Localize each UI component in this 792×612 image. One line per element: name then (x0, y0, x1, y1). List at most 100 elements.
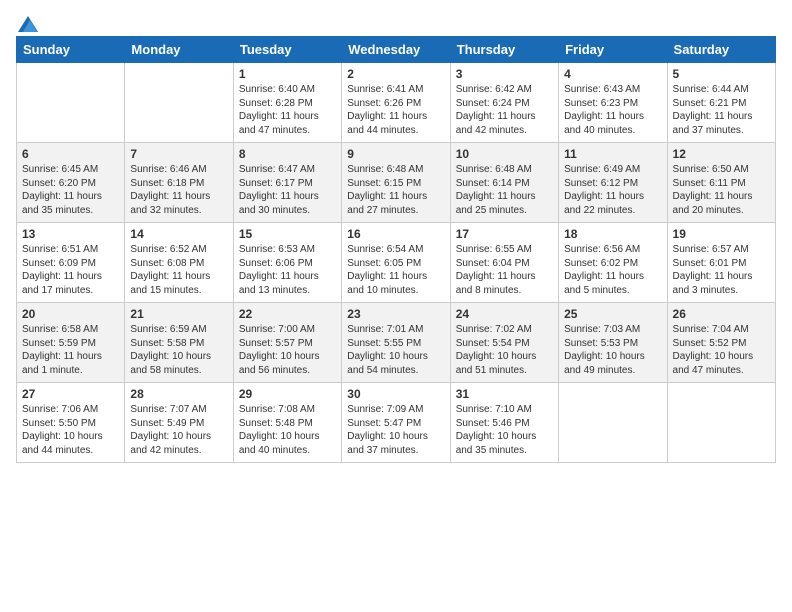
cell-details: Sunrise: 7:07 AMSunset: 5:49 PMDaylight:… (130, 403, 227, 457)
day-number: 9 (347, 147, 444, 161)
calendar-cell: 19Sunrise: 6:57 AMSunset: 6:01 PMDayligh… (667, 223, 775, 303)
calendar-week-row: 1 Sunrise: 6:40 AMSunset: 6:28 PMDaylight… (17, 63, 776, 143)
calendar-cell: 4 Sunrise: 6:43 AMSunset: 6:23 PMDaylight… (559, 63, 667, 143)
logo (16, 16, 38, 28)
day-number: 5 (673, 67, 770, 81)
calendar-cell: 1 Sunrise: 6:40 AMSunset: 6:28 PMDaylight… (233, 63, 341, 143)
cell-details: Sunrise: 6:48 AMSunset: 6:14 PMDaylight:… (456, 163, 553, 217)
calendar-cell: 30 Sunrise: 7:09 AMSunset: 5:47 PMDayligh… (342, 383, 450, 463)
cell-details: Sunrise: 7:08 AMSunset: 5:48 PMDaylight:… (239, 403, 336, 457)
cell-details: Sunrise: 7:03 AMSunset: 5:53 PMDaylight:… (564, 323, 661, 377)
calendar-cell: 25Sunrise: 7:03 AMSunset: 5:53 PMDayligh… (559, 303, 667, 383)
calendar-week-row: 27Sunrise: 7:06 AMSunset: 5:50 PMDayligh… (17, 383, 776, 463)
column-header-wednesday: Wednesday (342, 37, 450, 63)
calendar-cell: 17 Sunrise: 6:55 AMSunset: 6:04 PMDayligh… (450, 223, 558, 303)
day-number: 31 (456, 387, 553, 401)
day-number: 4 (564, 67, 661, 81)
column-header-monday: Monday (125, 37, 233, 63)
calendar-cell: 8Sunrise: 6:47 AMSunset: 6:17 PMDaylight… (233, 143, 341, 223)
calendar-cell: 11Sunrise: 6:49 AMSunset: 6:12 PMDayligh… (559, 143, 667, 223)
day-number: 16 (347, 227, 444, 241)
cell-details: Sunrise: 7:10 AMSunset: 5:46 PMDaylight:… (456, 403, 553, 457)
calendar-cell: 7 Sunrise: 6:46 AMSunset: 6:18 PMDaylight… (125, 143, 233, 223)
day-number: 21 (130, 307, 227, 321)
calendar-cell: 28 Sunrise: 7:07 AMSunset: 5:49 PMDayligh… (125, 383, 233, 463)
day-number: 1 (239, 67, 336, 81)
cell-details: Sunrise: 7:00 AMSunset: 5:57 PMDaylight:… (239, 323, 336, 377)
day-number: 18 (564, 227, 661, 241)
day-number: 10 (456, 147, 553, 161)
day-number: 15 (239, 227, 336, 241)
day-number: 17 (456, 227, 553, 241)
cell-details: Sunrise: 7:04 AMSunset: 5:52 PMDaylight:… (673, 323, 770, 377)
calendar-cell: 31 Sunrise: 7:10 AMSunset: 5:46 PMDayligh… (450, 383, 558, 463)
calendar-cell: 3 Sunrise: 6:42 AMSunset: 6:24 PMDaylight… (450, 63, 558, 143)
calendar-header-row: SundayMondayTuesdayWednesdayThursdayFrid… (17, 37, 776, 63)
cell-details: Sunrise: 6:52 AMSunset: 6:08 PMDaylight:… (130, 243, 227, 297)
day-number: 23 (347, 307, 444, 321)
day-number: 14 (130, 227, 227, 241)
calendar-cell: 13 Sunrise: 6:51 AMSunset: 6:09 PMDayligh… (17, 223, 125, 303)
cell-details: Sunrise: 6:53 AMSunset: 6:06 PMDaylight:… (239, 243, 336, 297)
cell-details: Sunrise: 6:55 AMSunset: 6:04 PMDaylight:… (456, 243, 553, 297)
calendar-cell (125, 63, 233, 143)
column-header-saturday: Saturday (667, 37, 775, 63)
cell-details: Sunrise: 6:41 AMSunset: 6:26 PMDaylight:… (347, 83, 444, 137)
calendar-cell: 9Sunrise: 6:48 AMSunset: 6:15 PMDaylight… (342, 143, 450, 223)
day-number: 29 (239, 387, 336, 401)
calendar-cell: 5 Sunrise: 6:44 AMSunset: 6:21 PMDaylight… (667, 63, 775, 143)
cell-details: Sunrise: 6:43 AMSunset: 6:23 PMDaylight:… (564, 83, 661, 137)
calendar-cell: 22 Sunrise: 7:00 AMSunset: 5:57 PMDayligh… (233, 303, 341, 383)
calendar-cell: 26 Sunrise: 7:04 AMSunset: 5:52 PMDayligh… (667, 303, 775, 383)
cell-details: Sunrise: 6:40 AMSunset: 6:28 PMDaylight:… (239, 83, 336, 137)
calendar-cell: 16 Sunrise: 6:54 AMSunset: 6:05 PMDayligh… (342, 223, 450, 303)
day-number: 26 (673, 307, 770, 321)
calendar-cell (17, 63, 125, 143)
day-number: 6 (22, 147, 119, 161)
calendar-table: SundayMondayTuesdayWednesdayThursdayFrid… (16, 36, 776, 463)
calendar-cell: 15 Sunrise: 6:53 AMSunset: 6:06 PMDayligh… (233, 223, 341, 303)
cell-details: Sunrise: 6:51 AMSunset: 6:09 PMDaylight:… (22, 243, 119, 297)
column-header-friday: Friday (559, 37, 667, 63)
cell-details: Sunrise: 7:02 AMSunset: 5:54 PMDaylight:… (456, 323, 553, 377)
day-number: 22 (239, 307, 336, 321)
calendar-cell: 24 Sunrise: 7:02 AMSunset: 5:54 PMDayligh… (450, 303, 558, 383)
page-header (16, 16, 776, 28)
calendar-cell: 20Sunrise: 6:58 AMSunset: 5:59 PMDayligh… (17, 303, 125, 383)
cell-details: Sunrise: 6:44 AMSunset: 6:21 PMDaylight:… (673, 83, 770, 137)
day-number: 3 (456, 67, 553, 81)
calendar-cell: 2 Sunrise: 6:41 AMSunset: 6:26 PMDaylight… (342, 63, 450, 143)
calendar-cell: 18Sunrise: 6:56 AMSunset: 6:02 PMDayligh… (559, 223, 667, 303)
cell-details: Sunrise: 7:01 AMSunset: 5:55 PMDaylight:… (347, 323, 444, 377)
calendar-cell: 12 Sunrise: 6:50 AMSunset: 6:11 PMDayligh… (667, 143, 775, 223)
day-number: 28 (130, 387, 227, 401)
cell-details: Sunrise: 6:58 AMSunset: 5:59 PMDaylight:… (22, 323, 119, 377)
day-number: 12 (673, 147, 770, 161)
cell-details: Sunrise: 7:09 AMSunset: 5:47 PMDaylight:… (347, 403, 444, 457)
calendar-cell: 14 Sunrise: 6:52 AMSunset: 6:08 PMDayligh… (125, 223, 233, 303)
calendar-week-row: 13 Sunrise: 6:51 AMSunset: 6:09 PMDayligh… (17, 223, 776, 303)
cell-details: Sunrise: 6:59 AMSunset: 5:58 PMDaylight:… (130, 323, 227, 377)
logo-icon (18, 16, 38, 32)
day-number: 7 (130, 147, 227, 161)
calendar-cell: 10 Sunrise: 6:48 AMSunset: 6:14 PMDayligh… (450, 143, 558, 223)
calendar-cell: 21 Sunrise: 6:59 AMSunset: 5:58 PMDayligh… (125, 303, 233, 383)
calendar-cell (559, 383, 667, 463)
day-number: 8 (239, 147, 336, 161)
day-number: 27 (22, 387, 119, 401)
day-number: 30 (347, 387, 444, 401)
calendar-cell: 6 Sunrise: 6:45 AMSunset: 6:20 PMDaylight… (17, 143, 125, 223)
calendar-cell: 27Sunrise: 7:06 AMSunset: 5:50 PMDayligh… (17, 383, 125, 463)
day-number: 13 (22, 227, 119, 241)
day-number: 24 (456, 307, 553, 321)
cell-details: Sunrise: 6:45 AMSunset: 6:20 PMDaylight:… (22, 163, 119, 217)
cell-details: Sunrise: 6:50 AMSunset: 6:11 PMDaylight:… (673, 163, 770, 217)
calendar-week-row: 20Sunrise: 6:58 AMSunset: 5:59 PMDayligh… (17, 303, 776, 383)
day-number: 19 (673, 227, 770, 241)
calendar-week-row: 6 Sunrise: 6:45 AMSunset: 6:20 PMDaylight… (17, 143, 776, 223)
column-header-sunday: Sunday (17, 37, 125, 63)
cell-details: Sunrise: 6:54 AMSunset: 6:05 PMDaylight:… (347, 243, 444, 297)
day-number: 2 (347, 67, 444, 81)
cell-details: Sunrise: 6:42 AMSunset: 6:24 PMDaylight:… (456, 83, 553, 137)
cell-details: Sunrise: 6:46 AMSunset: 6:18 PMDaylight:… (130, 163, 227, 217)
